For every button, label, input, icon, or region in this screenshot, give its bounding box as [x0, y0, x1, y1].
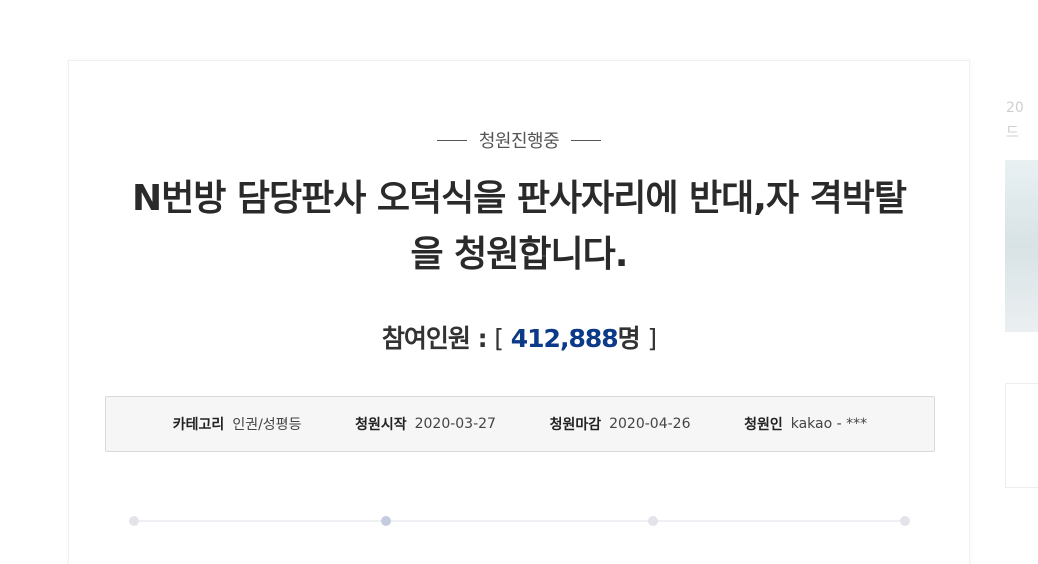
progress-dot-4: [900, 516, 910, 526]
side-panel: [1005, 383, 1038, 488]
author-label: 청원인: [744, 417, 783, 433]
petition-info-box: 카테고리 인권/성평등 청원시작 2020-03-27 청원마감 2020-04…: [105, 396, 935, 452]
end-label: 청원마감: [549, 417, 602, 433]
start-label: 청원시작: [355, 417, 407, 433]
progress-dot-1: [129, 516, 139, 526]
progress-tracker: [129, 516, 910, 526]
participants-unit: 명: [617, 324, 641, 353]
info-end: 청원마감 2020-04-26: [550, 414, 691, 434]
progress-line: [129, 520, 909, 522]
side-text-2: 드: [1006, 125, 1019, 141]
info-category: 카테고리 인권/성평등: [173, 414, 302, 434]
status-divider-left: [436, 139, 467, 141]
side-text-1: 20: [1006, 100, 1024, 116]
petition-card: 청원진행중 N번방 담당판사 오덕식을 판사자리에 반대,자 격박탈을 청원합니…: [68, 60, 970, 564]
start-value: 2020-03-27: [414, 416, 496, 432]
status-row: 청원진행중: [69, 127, 969, 153]
petition-title: N번방 담당판사 오덕식을 판사자리에 반대,자 격박탈을 청원합니다.: [132, 178, 907, 275]
petition-status: 청원진행중: [478, 131, 560, 152]
category-label: 카테고리: [172, 417, 225, 433]
participants-row: 참여인원 : [ 412,888명 ]: [69, 319, 969, 355]
side-thumbnail[interactable]: [1005, 160, 1038, 332]
progress-dot-3: [648, 516, 658, 526]
progress-dot-2: [381, 516, 391, 526]
participants-count: 412,888: [510, 324, 619, 353]
participants-label: 참여인원 :: [381, 324, 488, 353]
status-divider-right: [571, 139, 602, 141]
info-author: 청원인 kakao - ***: [744, 414, 867, 434]
author-value: kakao - ***: [790, 416, 868, 432]
info-start: 청원시작 2020-03-27: [355, 414, 496, 434]
end-value: 2020-04-26: [609, 416, 691, 432]
bracket-open: [: [494, 324, 504, 353]
category-value: 인권/성평등: [232, 417, 302, 433]
bracket-close: ]: [647, 324, 657, 353]
